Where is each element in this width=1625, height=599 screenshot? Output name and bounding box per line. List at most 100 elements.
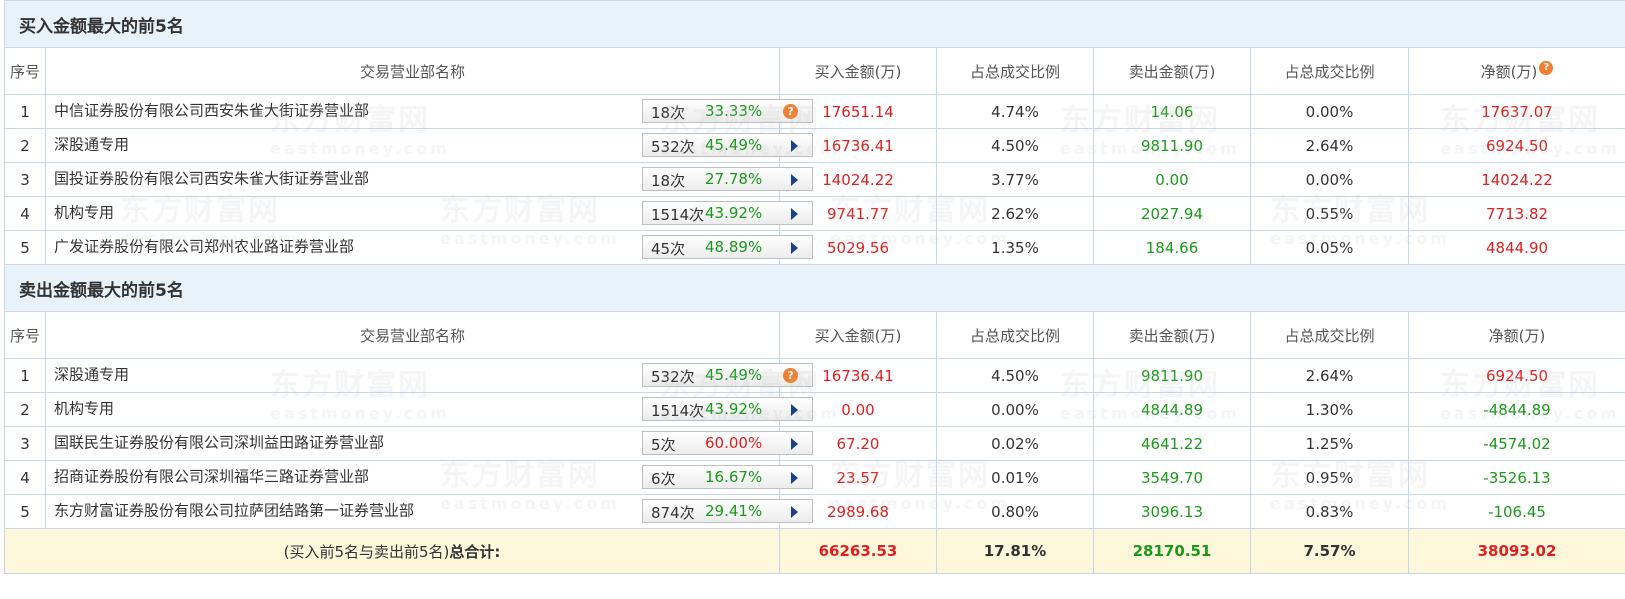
seat-history-toggle[interactable]: 874次 29.41% <box>642 499 813 523</box>
sell_section-section-title: 卖出金额最大的前5名 <box>3 264 1625 312</box>
row-index: 3 <box>4 426 46 461</box>
buy-ratio: 2.62% <box>936 196 1094 231</box>
net-amount: -4844.89 <box>1407 392 1625 427</box>
seat-count: 6次 <box>651 470 676 488</box>
seat-history-toggle[interactable]: 18次 27.78% <box>642 167 813 191</box>
total-buy: 66263.53 <box>779 528 937 574</box>
seat-history-toggle[interactable]: 18次 33.33%? <box>642 99 813 123</box>
seat-history-toggle[interactable]: 532次 45.49%? <box>642 363 813 387</box>
trading-seats-table: 买入金额最大的前5名 序号 交易营业部名称 买入金额(万) 占总成交比例 卖出金额(万) 占… <box>3 0 1625 574</box>
row-index: 1 <box>4 94 46 129</box>
seat-name-link[interactable]: 中信证券股份有限公司西安朱雀大街证券营业部 <box>54 99 369 120</box>
column-header: 序号 <box>4 47 46 95</box>
row-index: 5 <box>4 494 46 529</box>
seat-history-toggle[interactable]: 5次 60.00% <box>642 431 813 455</box>
total-row: (买入前5名与卖出前5名)总合计: 66263.53 17.81% 28170.51 7… <box>4 528 1625 574</box>
seat-history-toggle[interactable]: 1514次 43.92% <box>642 201 813 225</box>
expand-arrow-icon[interactable] <box>791 506 798 518</box>
sell_section-section-title-row: 卖出金额最大的前5名 <box>3 264 1625 312</box>
net-amount: 6924.50 <box>1407 358 1625 393</box>
seat-name-link[interactable]: 机构专用 <box>54 201 114 222</box>
seat-win-rate: 45.49% <box>705 366 763 384</box>
row-index: 4 <box>4 196 46 231</box>
column-header-label: 卖出金额(万) <box>1128 326 1216 345</box>
seat-name-cell: 深股通专用 532次 45.49% <box>45 128 813 163</box>
table-row: 4 机构专用 1514次 43.92% 9741.77 2.62% 2027.94 0.55%… <box>4 196 1625 231</box>
seat-history-toggle[interactable]: 45次 48.89% <box>642 235 813 259</box>
expand-arrow-icon[interactable] <box>791 140 798 152</box>
seat-win-rate: 33.33% <box>705 102 763 120</box>
row-index: 2 <box>4 128 46 163</box>
question-icon[interactable]: ? <box>783 104 798 119</box>
total-label-prefix: (买入前5名与卖出前5名) <box>283 542 450 561</box>
table-row: 4 招商证券股份有限公司深圳福华三路证券营业部 6次 16.67% 23.57 0.01%… <box>4 460 1625 495</box>
seat-name-link[interactable]: 国联民生证券股份有限公司深圳益田路证券营业部 <box>54 431 384 452</box>
seat-count: 1514次 <box>651 402 705 420</box>
seat-win-rate: 45.49% <box>705 136 763 154</box>
seat-count: 5次 <box>651 436 676 454</box>
net-amount: 17637.07 <box>1407 94 1625 129</box>
expand-arrow-icon[interactable] <box>791 404 798 416</box>
expand-arrow-icon[interactable] <box>791 472 798 484</box>
column-header: 卖出金额(万) <box>1093 311 1251 359</box>
row-index: 2 <box>4 392 46 427</box>
column-header-label: 净额(万) <box>1488 326 1546 345</box>
expand-arrow-icon[interactable] <box>791 242 798 254</box>
sell-ratio: 0.00% <box>1250 94 1409 129</box>
column-header: 占总成交比例 <box>1250 47 1409 95</box>
seat-name-link[interactable]: 深股通专用 <box>54 133 129 154</box>
expand-arrow-icon[interactable] <box>791 208 798 220</box>
buy-ratio: 0.02% <box>936 426 1094 461</box>
question-icon[interactable]: ? <box>1539 60 1554 75</box>
question-icon[interactable]: ? <box>783 368 798 383</box>
table-row: 5 广发证券股份有限公司郑州农业路证券营业部 45次 48.89% 5029.56 1.3… <box>4 230 1625 265</box>
seat-history-toggle[interactable]: 6次 16.67% <box>642 465 813 489</box>
seat-name-cell: 机构专用 1514次 43.92% <box>45 196 813 231</box>
seat-history-toggle[interactable]: 1514次 43.92% <box>642 397 813 421</box>
seat-history-toggle[interactable]: 532次 45.49% <box>642 133 813 157</box>
seat-name-link[interactable]: 深股通专用 <box>54 363 129 384</box>
column-header-label: 交易营业部名称 <box>359 326 465 345</box>
column-header: 序号 <box>4 311 46 359</box>
buy-ratio: 4.50% <box>936 358 1094 393</box>
seat-win-rate: 29.41% <box>705 502 763 520</box>
seat-name-link[interactable]: 广发证券股份有限公司郑州农业路证券营业部 <box>54 235 354 256</box>
lhb-detail-panel: 买入金额最大的前5名 序号 交易营业部名称 买入金额(万) 占总成交比例 卖出金额(万) 占… <box>0 0 1625 599</box>
seat-name-cell: 东方财富证券股份有限公司拉萨团结路第一证券营业部 874次 29.41% <box>45 494 813 529</box>
sell-amount: 4641.22 <box>1093 426 1251 461</box>
sell-ratio: 2.64% <box>1250 358 1409 393</box>
buy_section-header-row: 序号 交易营业部名称 买入金额(万) 占总成交比例 卖出金额(万) 占总成交比例 净额(万)… <box>4 47 1625 95</box>
sell-amount: 9811.90 <box>1093 128 1251 163</box>
column-header-label: 占总成交比例 <box>969 326 1060 345</box>
seat-name-link[interactable]: 东方财富证券股份有限公司拉萨团结路第一证券营业部 <box>54 499 414 520</box>
buy-ratio: 0.00% <box>936 392 1094 427</box>
sell-ratio: 0.00% <box>1250 162 1409 197</box>
sell-ratio: 1.30% <box>1250 392 1409 427</box>
seat-name-cell: 国投证券股份有限公司西安朱雀大街证券营业部 18次 27.78% <box>45 162 813 197</box>
column-header-label: 买入金额(万) <box>814 326 902 345</box>
expand-arrow-icon[interactable] <box>791 438 798 450</box>
seat-win-rate: 27.78% <box>705 170 763 188</box>
seat-name-cell: 中信证券股份有限公司西安朱雀大街证券营业部 18次 33.33%? <box>45 94 813 129</box>
column-header: 占总成交比例 <box>936 311 1094 359</box>
column-header-label: 净额(万) <box>1480 62 1538 81</box>
total-sell-ratio: 7.57% <box>1250 528 1409 574</box>
column-header: 买入金额(万) <box>779 311 937 359</box>
buy-ratio: 0.80% <box>936 494 1094 529</box>
net-amount: -4574.02 <box>1407 426 1625 461</box>
seat-win-rate: 43.92% <box>705 204 763 222</box>
seat-name-link[interactable]: 招商证券股份有限公司深圳福华三路证券营业部 <box>54 465 369 486</box>
column-header-label: 序号 <box>9 62 40 81</box>
expand-arrow-icon[interactable] <box>791 174 798 186</box>
seat-name-link[interactable]: 机构专用 <box>54 397 114 418</box>
seat-name-link[interactable]: 国投证券股份有限公司西安朱雀大街证券营业部 <box>54 167 369 188</box>
column-header: 交易营业部名称 <box>45 47 780 95</box>
total-label: (买入前5名与卖出前5名)总合计: <box>4 528 780 574</box>
net-amount: 14024.22 <box>1407 162 1625 197</box>
buy_section-section-title-row: 买入金额最大的前5名 <box>3 0 1625 48</box>
column-header: 净额(万) <box>1407 311 1625 359</box>
seat-count: 18次 <box>651 104 686 122</box>
net-amount: -3526.13 <box>1407 460 1625 495</box>
row-index: 3 <box>4 162 46 197</box>
row-index: 4 <box>4 460 46 495</box>
